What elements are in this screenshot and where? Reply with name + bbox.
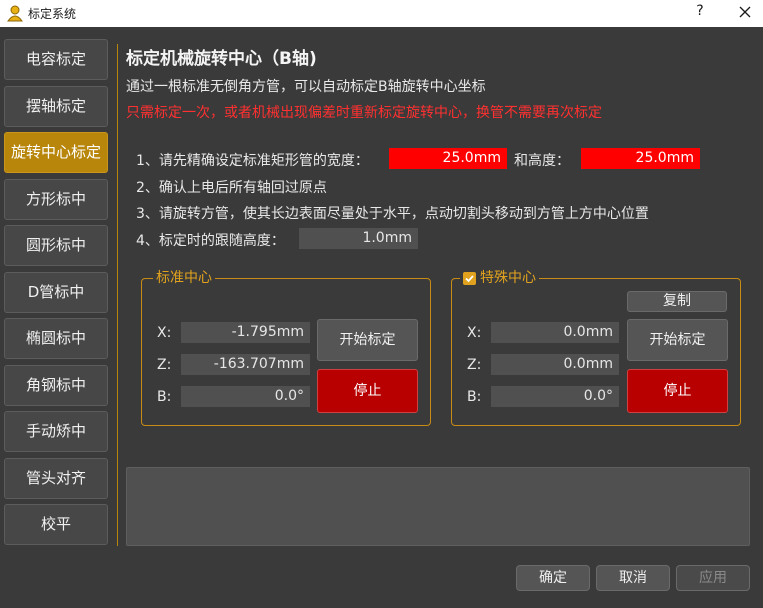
std-b-label: B: — [157, 389, 172, 405]
page-description: 通过一根标准无倒角方管，可以自动标定B轴旋转中心坐标 — [126, 79, 486, 95]
nav-square-centering[interactable]: 方形标中 — [4, 179, 108, 220]
std-x-label: X: — [157, 325, 172, 341]
std-x-value[interactable]: -1.795mm — [181, 322, 310, 343]
step-2-label: 2、确认上电后所有轴回过原点 — [136, 180, 327, 196]
step-4-label: 4、标定时的跟随高度： — [136, 233, 285, 249]
std-stop-button[interactable]: 停止 — [317, 369, 418, 413]
spc-z-value[interactable]: 0.0mm — [491, 354, 619, 375]
nav-ellipse-centering[interactable]: 椭圆标中 — [4, 318, 108, 359]
special-center-checkbox[interactable] — [463, 272, 476, 285]
warning-text: 只需标定一次，或者机械出现偏差时重新标定旋转中心，换管不需要再次标定 — [126, 105, 602, 121]
step-3-label: 3、请旋转方管，使其长边表面尽量处于水平，点动切割头移动到方管上方中心位置 — [136, 206, 649, 222]
step-1-label: 1、请先精确设定标准矩形管的宽度： — [136, 153, 369, 169]
window-title: 标定系统 — [28, 7, 77, 21]
close-icon[interactable] — [733, 2, 757, 24]
spc-b-label: B: — [467, 389, 482, 405]
tube-width-input[interactable]: 25.0mm — [389, 148, 507, 169]
spc-x-label: X: — [467, 325, 482, 341]
spc-x-value[interactable]: 0.0mm — [491, 322, 619, 343]
title-bar: 标定系统 ? — [0, 0, 763, 27]
nav-round-centering[interactable]: 圆形标中 — [4, 225, 108, 266]
std-start-calibration-button[interactable]: 开始标定 — [317, 319, 418, 361]
spc-start-calibration-button[interactable]: 开始标定 — [627, 319, 728, 361]
standard-center-title: 标准中心 — [153, 270, 215, 286]
tube-height-input[interactable]: 25.0mm — [581, 148, 700, 169]
special-center-title: 特殊中心 — [480, 270, 536, 286]
ok-button[interactable]: 确定 — [516, 565, 590, 591]
sidebar-divider — [117, 44, 118, 546]
apply-button[interactable]: 应用 — [676, 565, 750, 591]
page-title: 标定机械旋转中心（B轴) — [126, 49, 317, 69]
nav-angle-steel-centering[interactable]: 角钢标中 — [4, 365, 108, 406]
nav-tube-head-align[interactable]: 管头对齐 — [4, 458, 108, 499]
cancel-button[interactable]: 取消 — [596, 565, 670, 591]
nav-rotation-center-calibration[interactable]: 旋转中心标定 — [4, 132, 108, 173]
message-log-area[interactable] — [126, 467, 750, 546]
std-z-label: Z: — [157, 357, 172, 373]
nav-capacitance-calibration[interactable]: 电容标定 — [4, 39, 108, 80]
std-z-value[interactable]: -163.707mm — [181, 354, 310, 375]
spc-z-label: Z: — [467, 357, 482, 373]
nav-leveling[interactable]: 校平 — [4, 504, 108, 545]
nav-manual-centering[interactable]: 手动矫中 — [4, 411, 108, 452]
copy-button[interactable]: 复制 — [627, 291, 727, 312]
std-b-value[interactable]: 0.0° — [181, 386, 310, 407]
nav-d-tube-centering[interactable]: D管标中 — [4, 272, 108, 313]
follow-height-input[interactable]: 1.0mm — [299, 228, 418, 249]
nav-swing-axis-calibration[interactable]: 摆轴标定 — [4, 86, 108, 127]
help-button[interactable]: ? — [690, 3, 710, 19]
spc-stop-button[interactable]: 停止 — [627, 369, 728, 413]
user-icon — [7, 5, 23, 22]
height-label: 和高度： — [514, 153, 570, 169]
spc-b-value[interactable]: 0.0° — [491, 386, 619, 407]
